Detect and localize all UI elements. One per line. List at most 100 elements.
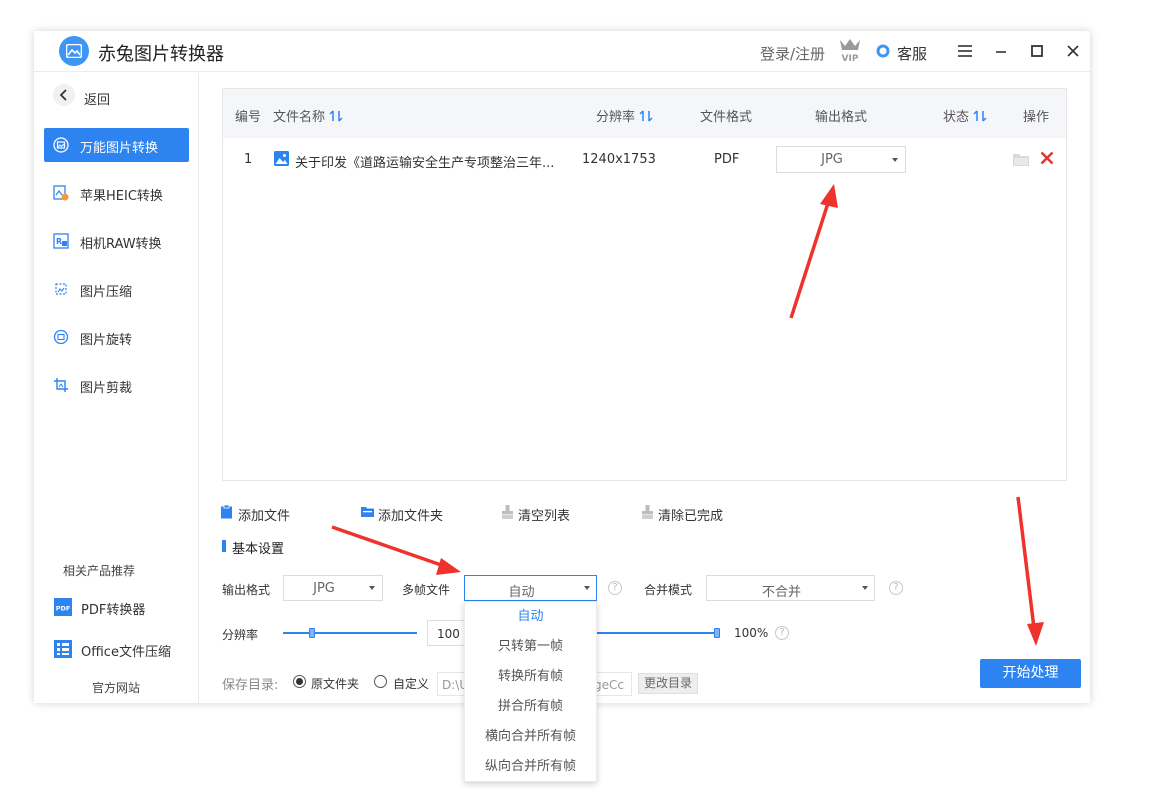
open-folder-icon[interactable] [1013,152,1029,166]
product-pdf-converter[interactable]: PDF PDF转换器 [54,595,194,619]
sidebar-item-label: 图片旋转 [80,333,133,348]
add-file-button[interactable]: 添加文件 [221,504,311,524]
image-file-icon [274,151,289,166]
multiframe-value: 自动 [508,585,535,600]
sidebar-item-label: 相机RAW转换 [80,237,162,252]
header-output: 输出格式 [815,110,868,125]
header-action: 操作 [1023,110,1050,125]
save-path-tail: geCc [594,678,624,692]
merge-mode-label: 合并模式 [644,583,693,597]
table-row[interactable]: 1 关于印发《道路运输安全生产专项整治三年... 1240x1753 PDF J… [223,138,1066,182]
resolution-input[interactable]: 100 [427,620,465,646]
row-output-format-select[interactable]: JPG [776,146,906,173]
product-office-compress[interactable]: Office文件压缩 [54,637,194,661]
minimize-icon[interactable] [991,41,1011,61]
clear-completed-button[interactable]: 清除已完成 [641,504,741,524]
heic-icon [53,185,69,201]
header-index: 编号 [235,110,262,125]
resolution-slider-track[interactable] [283,632,417,634]
add-folder-label: 添加文件夹 [378,509,444,524]
sidebar-item-label: 图片剪裁 [80,381,133,396]
clear-list-label: 清空列表 [518,509,571,524]
rotate-icon [53,329,69,345]
clear-list-button[interactable]: 清空列表 [501,504,591,524]
merge-mode-select[interactable]: 不合并 [706,575,875,601]
dropdown-option-stitch-frames[interactable]: 拼合所有帧 [465,692,596,722]
login-register-link[interactable]: 登录/注册 [760,43,825,64]
product-label: PDF转换器 [81,603,146,618]
row-format: PDF [714,152,740,167]
sort-icon [973,110,987,122]
back-button[interactable] [53,84,75,106]
header-status-sortable[interactable]: 状态 [943,106,987,125]
quality-slider-track[interactable] [597,632,717,634]
title-bar: 赤兔图片转换器 登录/注册 VIP 客服 [34,31,1090,72]
header-format: 文件格式 [700,110,753,125]
resolution-label: 分辨率 [222,628,259,642]
dropdown-option-merge-vertical[interactable]: 纵向合并所有帧 [465,752,596,782]
file-table: 编号 文件名称 分辨率 文件格式 输出格式 状态 操作 1 关于印发《道路运输安… [222,88,1067,481]
dropdown-option-merge-horizontal[interactable]: 横向合并所有帧 [465,722,596,752]
dropdown-option-all-frames[interactable]: 转换所有帧 [465,662,596,692]
help-icon[interactable]: ? [608,581,622,595]
change-directory-button[interactable]: 更改目录 [638,673,698,694]
quality-slider-handle[interactable] [714,628,720,638]
sidebar-item-universal-convert[interactable]: 万能图片转换 [44,128,189,162]
sidebar-item-label: 苹果HEIC转换 [80,189,163,204]
chevron-down-icon [369,586,375,590]
sidebar-item-compress[interactable]: 图片压缩 [44,272,189,306]
chevron-down-icon [892,158,898,162]
svg-text:PDF: PDF [56,605,71,613]
start-processing-button[interactable]: 开始处理 [980,659,1081,688]
product-label: Office文件压缩 [81,645,171,660]
radio-custom-label[interactable]: 自定义 [393,675,429,692]
clipboard-icon [221,505,232,519]
multiframe-label: 多帧文件 [402,583,451,597]
close-icon[interactable] [1063,41,1083,61]
chevron-down-icon [862,586,868,590]
folder-icon [361,507,374,517]
customer-service-link[interactable]: 客服 [897,43,927,64]
table-header: 编号 文件名称 分辨率 文件格式 输出格式 状态 操作 [223,89,1066,138]
sidebar-item-crop[interactable]: 图片剪裁 [44,368,189,402]
header-resolution-sortable[interactable]: 分辨率 [596,106,653,125]
raw-icon: R [53,233,69,249]
radio-original-label[interactable]: 原文件夹 [311,675,359,692]
basic-settings-title: 基本设置 [232,542,285,557]
add-folder-button[interactable]: 添加文件夹 [361,504,461,524]
svg-text:VIP: VIP [842,54,859,63]
pdf-icon: PDF [54,598,72,616]
customer-service-icon[interactable] [876,44,890,58]
delete-icon[interactable] [1040,151,1054,165]
back-label[interactable]: 返回 [84,89,110,108]
radio-original-folder[interactable] [293,675,306,688]
broom-icon [642,505,653,519]
vip-crown-icon[interactable]: VIP [838,37,862,64]
output-format-select[interactable]: JPG [283,575,383,601]
dropdown-option-first-frame[interactable]: 只转第一帧 [465,632,596,662]
help-icon[interactable]: ? [775,626,789,640]
sidebar-item-rotate[interactable]: 图片旋转 [44,320,189,354]
chevron-left-icon [59,89,67,101]
official-website-link[interactable]: 官方网站 [92,679,140,696]
header-status-label: 状态 [943,110,970,125]
clear-completed-label: 清除已完成 [658,509,724,524]
row-file-name: 关于印发《道路运输安全生产专项整治三年... [295,156,555,171]
dropdown-option-auto[interactable]: 自动 [465,602,596,632]
multiframe-select[interactable]: 自动 [464,575,597,601]
help-icon[interactable]: ? [889,581,903,595]
quality-value: 100% [734,626,769,640]
header-name-sortable[interactable]: 文件名称 [273,106,343,125]
merge-mode-value: 不合并 [761,585,801,600]
related-products-title: 相关产品推荐 [63,564,136,578]
radio-custom-folder[interactable] [374,675,387,688]
menu-icon[interactable] [955,41,975,61]
save-dir-label: 保存目录: [222,678,279,693]
maximize-icon[interactable] [1027,41,1047,61]
resolution-slider-handle[interactable] [309,628,316,638]
row-output-format-value: JPG [821,152,843,167]
crop-icon [54,378,68,392]
sidebar-item-raw[interactable]: R 相机RAW转换 [44,224,189,258]
sidebar-item-label: 万能图片转换 [80,141,159,156]
sidebar-item-heic[interactable]: 苹果HEIC转换 [44,176,189,210]
